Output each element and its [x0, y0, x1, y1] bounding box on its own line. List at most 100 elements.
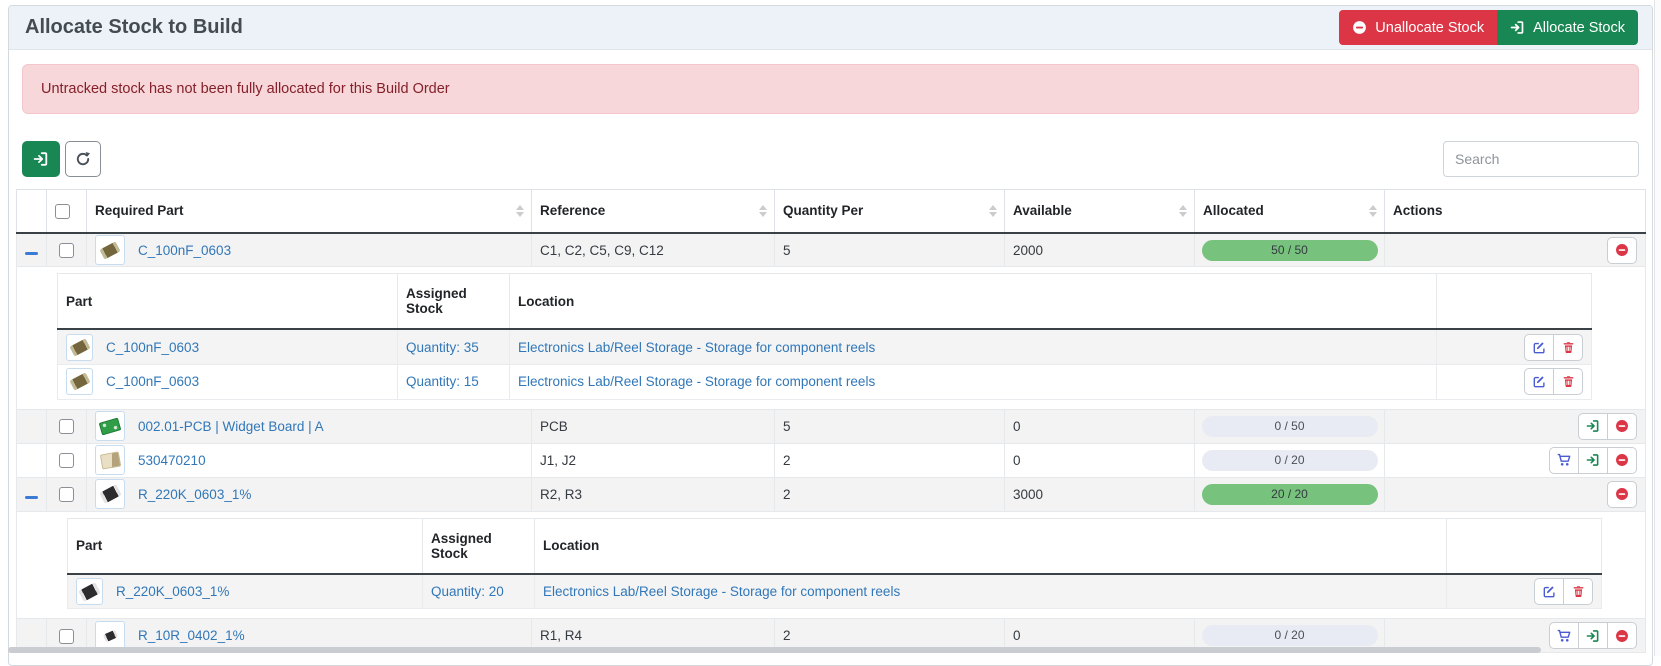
part-link[interactable]: 530470210 — [138, 453, 206, 468]
row-checkbox[interactable] — [59, 487, 74, 502]
table-row: 530470210 J1, J2 2 0 0 / 20 — [17, 443, 1646, 477]
panel-header: Allocate Stock to Build Unallocate Stock… — [9, 6, 1652, 50]
delete-allocation-button[interactable] — [1563, 578, 1593, 605]
vertical-scrollbar-track[interactable] — [1654, 0, 1661, 656]
location-link[interactable]: Electronics Lab/Reel Storage - Storage f… — [518, 340, 875, 355]
column-header-required-part[interactable]: Required Part — [87, 190, 532, 233]
minus-circle-icon — [1352, 20, 1367, 35]
part-link[interactable]: R_220K_0603_1% — [138, 487, 251, 502]
row-checkbox[interactable] — [59, 453, 74, 468]
edit-allocation-button[interactable] — [1524, 334, 1554, 361]
sign-in-icon — [1510, 20, 1525, 35]
edit-icon — [1543, 585, 1556, 598]
allocated-progress: 0 / 50 — [1202, 416, 1378, 437]
location-link[interactable]: Electronics Lab/Reel Storage - Storage f… — [518, 374, 875, 389]
sub-table-header-row: Part Assigned Stock Location — [58, 274, 1592, 330]
sub-column-location: Location — [535, 518, 1447, 574]
row-actions — [1549, 447, 1637, 474]
column-header-reference[interactable]: Reference — [532, 190, 775, 233]
collapse-row-icon[interactable] — [25, 496, 38, 499]
allocation-actions — [1524, 368, 1583, 395]
available-cell: 2000 — [1005, 233, 1195, 267]
unallocate-row-button[interactable] — [1607, 237, 1637, 264]
allocation-actions — [1524, 334, 1583, 361]
sub-column-part: Part — [58, 274, 398, 330]
allocation-part-link[interactable]: C_100nF_0603 — [106, 340, 199, 355]
unallocate-row-button[interactable] — [1607, 481, 1637, 508]
quantity-per-cell: 2 — [775, 477, 1005, 511]
table-row: R_220K_0603_1% R2, R3 2 3000 20 / 20 — [17, 477, 1646, 511]
allocate-row-button[interactable] — [1578, 622, 1608, 649]
quantity-per-cell: 5 — [775, 233, 1005, 267]
order-stock-button[interactable] — [1549, 447, 1579, 474]
edit-icon — [1533, 375, 1546, 388]
sign-in-icon — [1586, 419, 1600, 433]
sub-column-assigned-stock: Assigned Stock — [398, 274, 510, 330]
resistor-chip-icon — [95, 479, 125, 509]
row-checkbox[interactable] — [59, 629, 74, 644]
allocate-row-button[interactable] — [1578, 447, 1608, 474]
part-link[interactable]: R_10R_0402_1% — [138, 628, 245, 643]
unallocate-row-button[interactable] — [1607, 447, 1637, 474]
allocation-row: C_100nF_0603 Quantity: 35 Electronics La… — [58, 329, 1592, 364]
order-stock-button[interactable] — [1549, 622, 1579, 649]
column-header-quantity-per[interactable]: Quantity Per — [775, 190, 1005, 233]
sort-icon — [759, 205, 767, 217]
row-actions — [1549, 622, 1637, 649]
minus-circle-icon — [1615, 487, 1629, 501]
reference-cell: C1, C2, C5, C9, C12 — [532, 233, 775, 267]
location-link[interactable]: Electronics Lab/Reel Storage - Storage f… — [543, 584, 900, 599]
delete-allocation-button[interactable] — [1553, 368, 1583, 395]
column-header-allocated[interactable]: Allocated — [1195, 190, 1385, 233]
refresh-icon — [75, 151, 91, 167]
select-all-checkbox[interactable] — [55, 204, 70, 219]
allocate-selected-button[interactable] — [22, 141, 60, 177]
row-actions — [1607, 481, 1637, 508]
capacitor-chip-icon — [66, 368, 93, 395]
edit-allocation-button[interactable] — [1534, 578, 1564, 605]
minus-circle-icon — [1615, 629, 1629, 643]
search-input[interactable] — [1443, 141, 1639, 177]
allocation-part-link[interactable]: C_100nF_0603 — [106, 374, 199, 389]
sub-column-location: Location — [510, 274, 1437, 330]
collapse-row-icon[interactable] — [25, 252, 38, 255]
table-row: C_100nF_0603 C1, C2, C5, C9, C12 5 2000 … — [17, 233, 1646, 267]
allocate-stock-button[interactable]: Allocate Stock — [1497, 10, 1638, 45]
assigned-stock-link[interactable]: Quantity: 20 — [431, 584, 504, 599]
available-cell: 0 — [1005, 443, 1195, 477]
sort-icon — [989, 205, 997, 217]
sub-column-actions — [1437, 274, 1592, 330]
sort-icon — [1179, 205, 1187, 217]
unallocate-row-button[interactable] — [1607, 413, 1637, 440]
horizontal-scrollbar[interactable] — [8, 647, 1541, 653]
delete-allocation-button[interactable] — [1553, 334, 1583, 361]
allocation-actions — [1534, 578, 1593, 605]
row-checkbox[interactable] — [59, 243, 74, 258]
column-header-available[interactable]: Available — [1005, 190, 1195, 233]
reference-cell: PCB — [532, 409, 775, 443]
shopping-cart-icon — [1557, 629, 1571, 643]
capacitor-chip-icon — [95, 235, 125, 265]
sub-column-actions — [1447, 518, 1602, 574]
unallocate-stock-button[interactable]: Unallocate Stock — [1339, 10, 1497, 45]
expand-column-header — [17, 190, 47, 233]
sub-column-assigned-stock: Assigned Stock — [423, 518, 535, 574]
assigned-stock-link[interactable]: Quantity: 15 — [406, 374, 479, 389]
allocation-row: R_220K_0603_1% Quantity: 20 Electronics … — [68, 574, 1602, 609]
pcb-icon — [95, 411, 125, 441]
allocation-table: Required Part Reference Quantity Per Ava… — [16, 189, 1646, 653]
allocate-stock-panel: Allocate Stock to Build Unallocate Stock… — [8, 5, 1653, 666]
assigned-stock-link[interactable]: Quantity: 35 — [406, 340, 479, 355]
allocation-part-link[interactable]: R_220K_0603_1% — [116, 584, 229, 599]
select-all-header — [47, 190, 87, 233]
edit-allocation-button[interactable] — [1524, 368, 1554, 395]
column-header-actions: Actions — [1385, 190, 1646, 233]
refresh-table-button[interactable] — [65, 141, 101, 177]
unallocate-row-button[interactable] — [1607, 622, 1637, 649]
row-checkbox[interactable] — [59, 419, 74, 434]
part-link[interactable]: C_100nF_0603 — [138, 243, 231, 258]
allocations-sub-table: Part Assigned Stock Location C_100nF_060… — [57, 273, 1592, 400]
header-button-group: Unallocate Stock Allocate Stock — [1339, 10, 1638, 45]
allocate-row-button[interactable] — [1578, 413, 1608, 440]
part-link[interactable]: 002.01-PCB | Widget Board | A — [138, 419, 324, 434]
